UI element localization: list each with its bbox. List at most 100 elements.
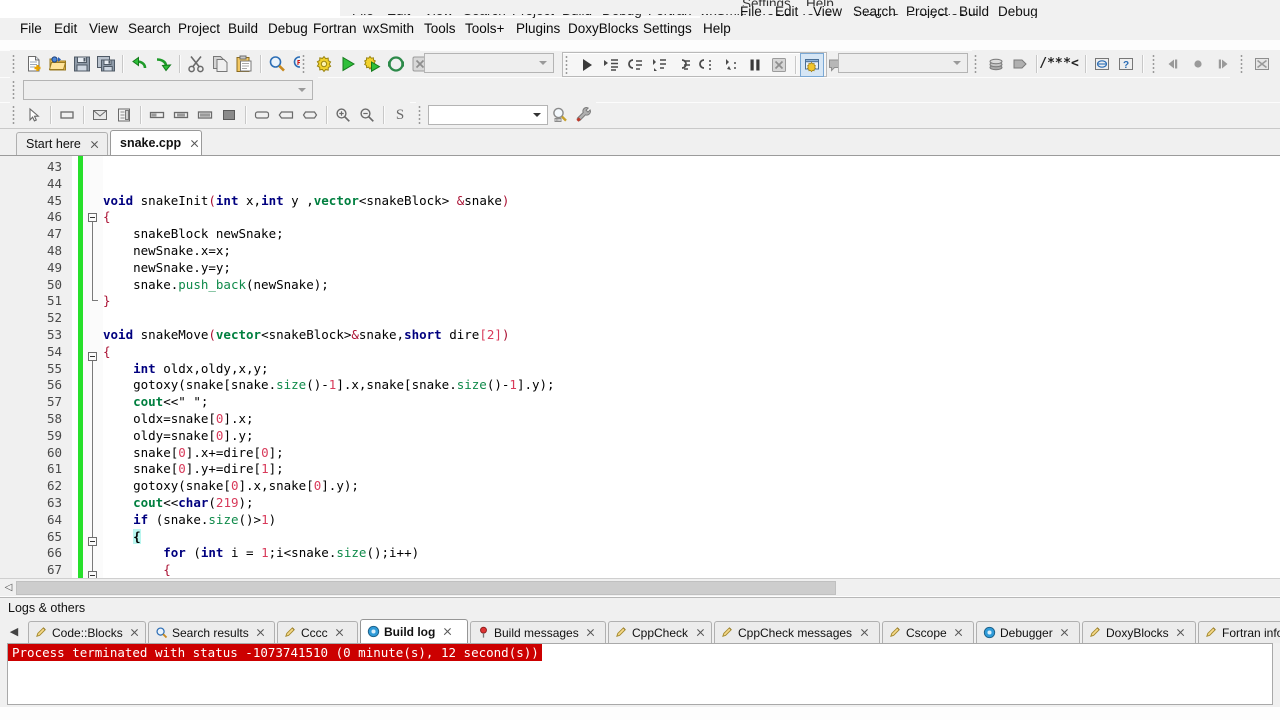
find-button[interactable] [265, 52, 289, 76]
wxsmith-sizer-fill-button[interactable] [217, 103, 241, 127]
code-line[interactable]: 43 [0, 159, 1280, 176]
clear-all-marks-button[interactable] [1250, 52, 1274, 76]
wxsmith-panel-button[interactable] [55, 103, 79, 127]
save-all-button[interactable] [94, 52, 118, 76]
copy-button[interactable] [208, 52, 232, 76]
code-line[interactable]: 62 gotoxy(snake[0].x,snake[0].y); [0, 478, 1280, 495]
doxyblocks-extract-button[interactable] [984, 52, 1008, 76]
wxsmith-frame-button[interactable] [112, 103, 136, 127]
doxyblocks-html-button[interactable] [1090, 52, 1114, 76]
tab-scroll-left-icon[interactable]: ◀ [8, 623, 20, 639]
doxyblocks-comment-line-button[interactable]: *< [1061, 52, 1081, 76]
editor-tab-start-here[interactable]: Start here [16, 132, 108, 155]
wxsmith-dialog-button[interactable] [88, 103, 112, 127]
close-icon[interactable] [335, 628, 345, 638]
build-button[interactable] [312, 52, 336, 76]
wxsmith-sizer-h-button[interactable] [145, 103, 169, 127]
cut-button[interactable] [184, 52, 208, 76]
wxsmith-pointer-button[interactable] [22, 103, 46, 127]
close-icon[interactable] [586, 628, 596, 638]
undo-button[interactable] [127, 52, 151, 76]
code-line[interactable]: 47 snakeBlock newSnake; [0, 226, 1280, 243]
step-out-button[interactable] [671, 53, 695, 77]
menu-build[interactable]: Build [222, 18, 264, 40]
code-line[interactable]: 61 snake[0].y+=dire[1]; [0, 461, 1280, 478]
code-line[interactable]: 48 newSnake.x=x; [0, 243, 1280, 260]
build-and-run-button[interactable] [360, 52, 384, 76]
code-line[interactable]: 44 [0, 176, 1280, 193]
doxyblocks-comment-block-button[interactable]: /** [1039, 52, 1062, 76]
close-icon[interactable] [442, 627, 452, 637]
wxsmith-sizer-v-button[interactable] [169, 103, 193, 127]
close-icon[interactable] [130, 628, 140, 638]
code-line[interactable]: 53 void snakeMove(vector<snakeBlock>&snak… [0, 327, 1280, 344]
code-lines[interactable]: 43 44 45 void snakeInit(int x,int y ,vector… [0, 156, 1280, 578]
browse-mark-button[interactable] [1186, 52, 1210, 76]
wxsmith-shape-hex-button[interactable] [298, 103, 322, 127]
log-tab-build-messages[interactable]: Build messages [470, 621, 606, 643]
break-debugger-button[interactable] [743, 53, 767, 77]
step-into-button[interactable] [647, 53, 671, 77]
code-line[interactable]: 64 if (snake.size()>1) [0, 512, 1280, 529]
code-line[interactable]: 57 cout<<" "; [0, 394, 1280, 411]
log-tab-search-results[interactable]: Search results [148, 621, 275, 643]
toolbar-grip-wxsmith[interactable] [12, 105, 19, 125]
menu-project[interactable]: Project [172, 18, 226, 40]
menu-toolsplus[interactable]: Tools+ [459, 18, 510, 40]
code-line[interactable]: 66 for (int i = 1;i<snake.size();i++) [0, 545, 1280, 562]
menu-settings[interactable]: Settings [637, 18, 698, 40]
next-line-button[interactable] [623, 53, 647, 77]
toolbar-grip-main[interactable] [12, 53, 19, 74]
log-tab-cscope[interactable]: Cscope [882, 621, 974, 643]
log-tab-cccc[interactable]: Cccc [277, 621, 358, 643]
doxyblocks-run-button[interactable] [1008, 52, 1032, 76]
browse-forward-button[interactable] [1210, 52, 1234, 76]
menu-tools[interactable]: Tools [418, 18, 462, 40]
log-tab-doxyblocks[interactable]: DoxyBlocks [1082, 621, 1196, 643]
log-tab-debugger[interactable]: Debugger [976, 621, 1080, 643]
scroll-thumb[interactable] [16, 581, 836, 595]
code-line[interactable]: 45 void snakeInit(int x,int y ,vector<sna… [0, 193, 1280, 210]
build-target-combo[interactable] [424, 53, 554, 73]
file-symbol-combo[interactable] [23, 79, 313, 100]
menu-view[interactable]: View [83, 18, 124, 40]
close-icon[interactable] [1176, 628, 1186, 638]
log-tab-build-log[interactable]: Build log [360, 619, 468, 643]
fold-box-line-67[interactable] [88, 571, 97, 578]
code-completion-combo[interactable] [838, 53, 968, 73]
toolbar-grip-doxyblocks[interactable] [974, 53, 981, 74]
close-icon[interactable] [256, 628, 266, 638]
editor-hscrollbar[interactable]: ◁ [0, 578, 1280, 596]
log-tab-fortran-info[interactable]: Fortran info [1198, 621, 1280, 643]
code-line[interactable]: 54 { [0, 344, 1280, 361]
open-file-button[interactable] [46, 52, 70, 76]
search-input[interactable] [428, 105, 548, 125]
menu-doxyblocks[interactable]: DoxyBlocks [562, 18, 645, 40]
wxsmith-zoom-out-button[interactable] [355, 103, 379, 127]
menu-edit[interactable]: Edit [48, 18, 83, 40]
close-icon[interactable] [954, 628, 964, 638]
close-icon[interactable] [89, 139, 100, 150]
log-tab-cppcheck-messages[interactable]: CppCheck messages [714, 621, 880, 643]
close-icon[interactable] [859, 628, 869, 638]
code-line[interactable]: 67 { [0, 562, 1280, 578]
code-line[interactable]: 46 { [0, 209, 1280, 226]
build-log-output[interactable]: Process terminated with status -10737415… [7, 643, 1273, 705]
code-line[interactable]: 59 oldy=snake[0].y; [0, 428, 1280, 445]
code-line[interactable]: 51} [0, 293, 1280, 310]
fold-box-line-54[interactable] [88, 352, 97, 361]
run-button[interactable] [336, 52, 360, 76]
doxyblocks-help-button[interactable]: ? [1114, 52, 1138, 76]
toolbar-grip-browse[interactable] [1152, 53, 1159, 74]
code-line[interactable]: 52 [0, 310, 1280, 327]
toolbar-grip-row2[interactable] [12, 79, 19, 100]
wxsmith-sizer-grid-button[interactable] [193, 103, 217, 127]
next-instruction-button[interactable] [695, 53, 719, 77]
toolbar-grip-search[interactable] [418, 105, 425, 125]
log-tab-codeblocks[interactable]: Code::Blocks [28, 621, 146, 643]
wxsmith-zoom-in-button[interactable] [331, 103, 355, 127]
browse-back-button[interactable] [1162, 52, 1186, 76]
debugging-windows-button[interactable] [800, 52, 824, 77]
stop-debugger-button[interactable] [767, 53, 791, 77]
debug-continue-button[interactable] [575, 53, 599, 77]
